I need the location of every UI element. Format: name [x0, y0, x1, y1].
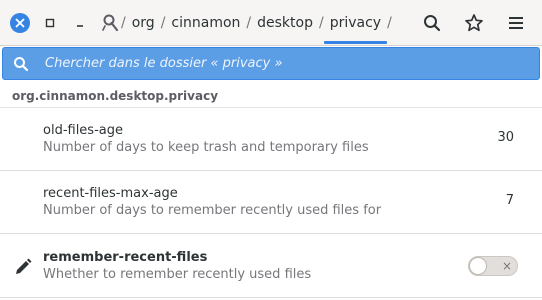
key-value: 30 — [497, 130, 514, 145]
search-icon — [14, 56, 29, 71]
minimize-button[interactable] — [70, 13, 90, 33]
key-row-recent-files-max-age[interactable]: recent-files-max-age Number of days to r… — [0, 171, 542, 234]
pencil-icon — [16, 258, 32, 274]
breadcrumb-org[interactable]: org — [126, 15, 161, 31]
header-bar: / org / cinnamon / desktop / privacy / — [0, 0, 542, 46]
key-name: old-files-age — [43, 123, 123, 138]
switch-off-icon: × — [501, 259, 512, 273]
breadcrumb-privacy[interactable]: privacy — [323, 15, 388, 44]
search-input[interactable] — [43, 55, 539, 72]
star-icon — [465, 14, 483, 32]
switch-knob — [469, 257, 487, 275]
minimize-icon — [77, 25, 83, 27]
search-bar — [0, 46, 542, 82]
breadcrumb-desktop[interactable]: desktop — [251, 15, 319, 31]
folder-path-header: org.cinnamon.desktop.privacy — [0, 84, 542, 108]
close-icon — [15, 18, 25, 28]
search-entry[interactable] — [2, 47, 540, 80]
key-name: recent-files-max-age — [43, 186, 178, 201]
key-name: remember-recent-files — [43, 250, 208, 265]
main-menu-button[interactable] — [505, 12, 527, 34]
hamburger-menu-icon — [509, 17, 523, 29]
breadcrumb-separator: / — [387, 15, 392, 31]
key-value: 7 — [505, 193, 514, 208]
remember-recent-files-switch[interactable]: × — [468, 256, 518, 276]
breadcrumb-cinnamon[interactable]: cinnamon — [165, 15, 246, 31]
key-description: Number of days to keep trash and tempora… — [43, 140, 369, 155]
search-button[interactable] — [421, 12, 443, 34]
key-row-old-files-age[interactable]: old-files-age Number of days to keep tra… — [0, 108, 542, 171]
key-description: Number of days to remember recently used… — [43, 203, 382, 218]
close-button[interactable] — [10, 13, 30, 33]
breadcrumb: / org / cinnamon / desktop / privacy / — [121, 0, 392, 46]
maximize-icon — [45, 18, 55, 28]
key-description: Whether to remember recently used files — [43, 267, 312, 282]
key-row-remember-recent-files[interactable]: remember-recent-files Whether to remembe… — [0, 235, 542, 298]
path-icon[interactable] — [102, 13, 120, 33]
maximize-button[interactable] — [40, 13, 60, 33]
bookmark-button[interactable] — [463, 12, 485, 34]
search-icon — [424, 15, 441, 32]
